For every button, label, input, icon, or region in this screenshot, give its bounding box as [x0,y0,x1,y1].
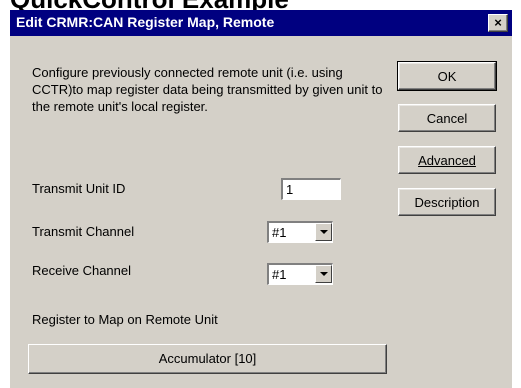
dialog-title: Edit CRMR:CAN Register Map, Remote [16,14,275,30]
chevron-down-icon [319,272,328,276]
dialog-titlebar[interactable]: Edit CRMR:CAN Register Map, Remote × [10,10,512,36]
transmit-unit-id-field[interactable]: 1 [281,178,341,200]
transmit-channel-value: #1 [272,225,287,240]
advanced-button[interactable]: Advanced [398,146,496,174]
register-map-label: Register to Map on Remote Unit [32,312,218,327]
transmit-channel-dropdown-button[interactable] [315,223,332,241]
register-map-button[interactable]: Accumulator [10] [28,344,387,374]
edit-register-map-dialog: Edit CRMR:CAN Register Map, Remote × Con… [10,10,512,388]
receive-channel-select[interactable]: #1 [267,263,333,285]
ok-button[interactable]: OK [397,61,497,91]
transmit-channel-label: Transmit Channel [32,224,135,239]
description-button[interactable]: Description [398,188,496,216]
close-button[interactable]: × [488,14,508,32]
receive-channel-dropdown-button[interactable] [315,265,332,283]
chevron-down-icon [319,230,328,234]
transmit-channel-select[interactable]: #1 [267,221,333,243]
receive-channel-label: Receive Channel [32,263,132,278]
cancel-button[interactable]: Cancel [398,104,496,132]
close-icon: × [494,15,502,30]
dialog-description: Configure previously connected remote un… [32,65,383,114]
advanced-label: Advanced [418,153,476,168]
transmit-unit-id-label: Transmit Unit ID [32,181,126,196]
receive-channel-value: #1 [272,267,287,282]
